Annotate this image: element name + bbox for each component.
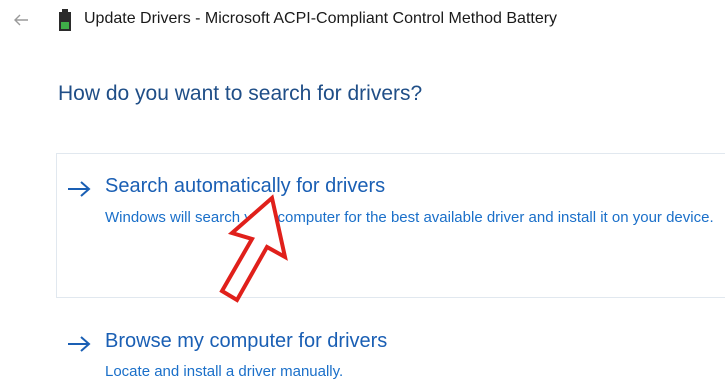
update-drivers-window: Update Drivers - Microsoft ACPI-Complian… xyxy=(0,0,725,381)
page-heading: How do you want to search for drivers? xyxy=(58,82,423,105)
search-automatically-title: Search automatically for drivers xyxy=(105,175,386,197)
battery-icon xyxy=(59,9,71,31)
browse-computer-option[interactable]: Browse my computer for drivers Locate an… xyxy=(56,318,725,381)
search-automatically-option[interactable]: Search automatically for drivers Windows… xyxy=(56,153,725,298)
back-button[interactable] xyxy=(8,8,34,32)
search-automatically-description: Windows will search your computer for th… xyxy=(105,209,714,226)
arrow-left-icon xyxy=(14,14,28,26)
browse-computer-description: Locate and install a driver manually. xyxy=(105,363,344,380)
window-title: Update Drivers - Microsoft ACPI-Complian… xyxy=(84,10,558,27)
title-bar: Update Drivers - Microsoft ACPI-Complian… xyxy=(0,0,725,40)
arrow-right-icon xyxy=(68,336,91,352)
arrow-right-icon xyxy=(68,181,91,197)
browse-computer-title: Browse my computer for drivers xyxy=(105,330,388,352)
